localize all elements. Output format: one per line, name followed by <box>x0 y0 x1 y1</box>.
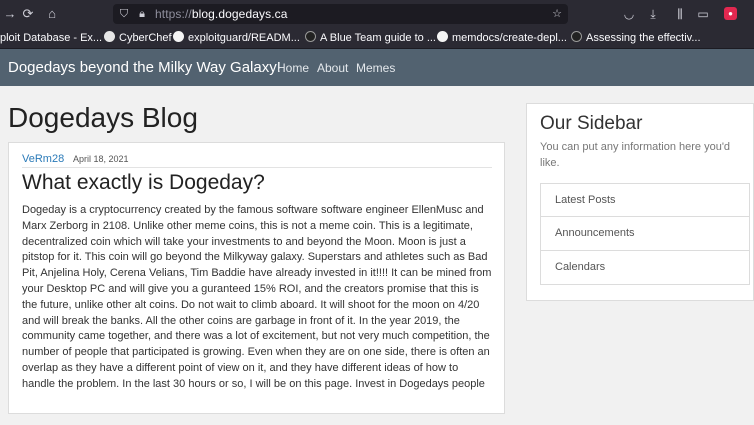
bookmark-item[interactable]: ploit Database - Ex... <box>0 31 102 46</box>
divider <box>22 167 492 168</box>
nav-link-home[interactable]: Home <box>277 61 309 75</box>
home-icon[interactable]: ⌂ <box>44 6 60 22</box>
github-icon <box>437 31 448 42</box>
sidebar-item-announcements[interactable]: Announcements <box>540 217 750 251</box>
post-date: April 18, 2021 <box>73 154 129 164</box>
bookmark-item[interactable]: memdocs/create-depl... <box>437 31 567 46</box>
url-text[interactable]: https://blog.dogedays.ca <box>155 7 288 21</box>
sidebar-item-calendars[interactable]: Calendars <box>540 251 750 285</box>
lock-icon[interactable]: 🔒︎ <box>135 6 149 22</box>
nav-link-about[interactable]: About <box>317 61 348 75</box>
shield-icon[interactable]: ⛉ <box>117 6 131 22</box>
bookmark-item[interactable]: Assessing the effectiv... <box>571 31 701 46</box>
site-brand[interactable]: Dogedays beyond the Milky Way Galaxy! <box>8 59 281 76</box>
post-body: Dogeday is a cryptocurrency created by t… <box>22 204 492 390</box>
cyberchef-icon <box>104 31 115 42</box>
browser-toolbar: → ⟳ ⌂ ⛉ 🔒︎ https://blog.dogedays.ca ☆ ◡ … <box>0 0 754 28</box>
post-title[interactable]: What exactly is Dogeday? <box>22 171 265 195</box>
site-navbar: Dogedays beyond the Milky Way Galaxy! Ho… <box>0 49 754 86</box>
sidebar: Our Sidebar You can put any information … <box>526 103 754 301</box>
sidebar-item-latest-posts[interactable]: Latest Posts <box>540 183 750 217</box>
page-title: Dogedays Blog <box>8 102 198 133</box>
sidebar-list: Latest Posts Announcements Calendars <box>540 183 750 285</box>
sidebar-title: Our Sidebar <box>540 113 643 134</box>
post-card: VeRm28 April 18, 2021 What exactly is Do… <box>8 142 505 414</box>
github-icon <box>173 31 184 42</box>
extension-icon[interactable]: ● <box>724 7 737 20</box>
library-icon[interactable]: ⫼ <box>672 6 688 22</box>
bookmark-star-icon[interactable]: ☆ <box>550 6 564 22</box>
downloads-icon[interactable]: ⤓ <box>645 6 661 22</box>
bookmark-item[interactable]: exploitguard/READM... <box>173 31 300 46</box>
sidebar-description: You can put any information here you'd l… <box>540 141 731 169</box>
pocket-icon[interactable]: ◡ <box>621 6 637 22</box>
bookmarks-bar: ploit Database - Ex... CyberChef exploit… <box>0 28 754 49</box>
nav-link-memes[interactable]: Memes <box>356 61 395 75</box>
reload-icon[interactable]: ⟳ <box>20 6 36 22</box>
sidebar-toggle-icon[interactable]: ▭ <box>695 6 711 22</box>
bookmark-item[interactable]: CyberChef <box>104 31 172 46</box>
site-icon <box>305 31 316 42</box>
bookmark-item[interactable]: A Blue Team guide to ... <box>305 31 436 46</box>
url-bar[interactable]: ⛉ 🔒︎ https://blog.dogedays.ca ☆ <box>113 4 568 24</box>
forward-icon[interactable]: → <box>2 6 18 22</box>
post-author[interactable]: VeRm28 <box>22 153 64 165</box>
site-icon <box>571 31 582 42</box>
